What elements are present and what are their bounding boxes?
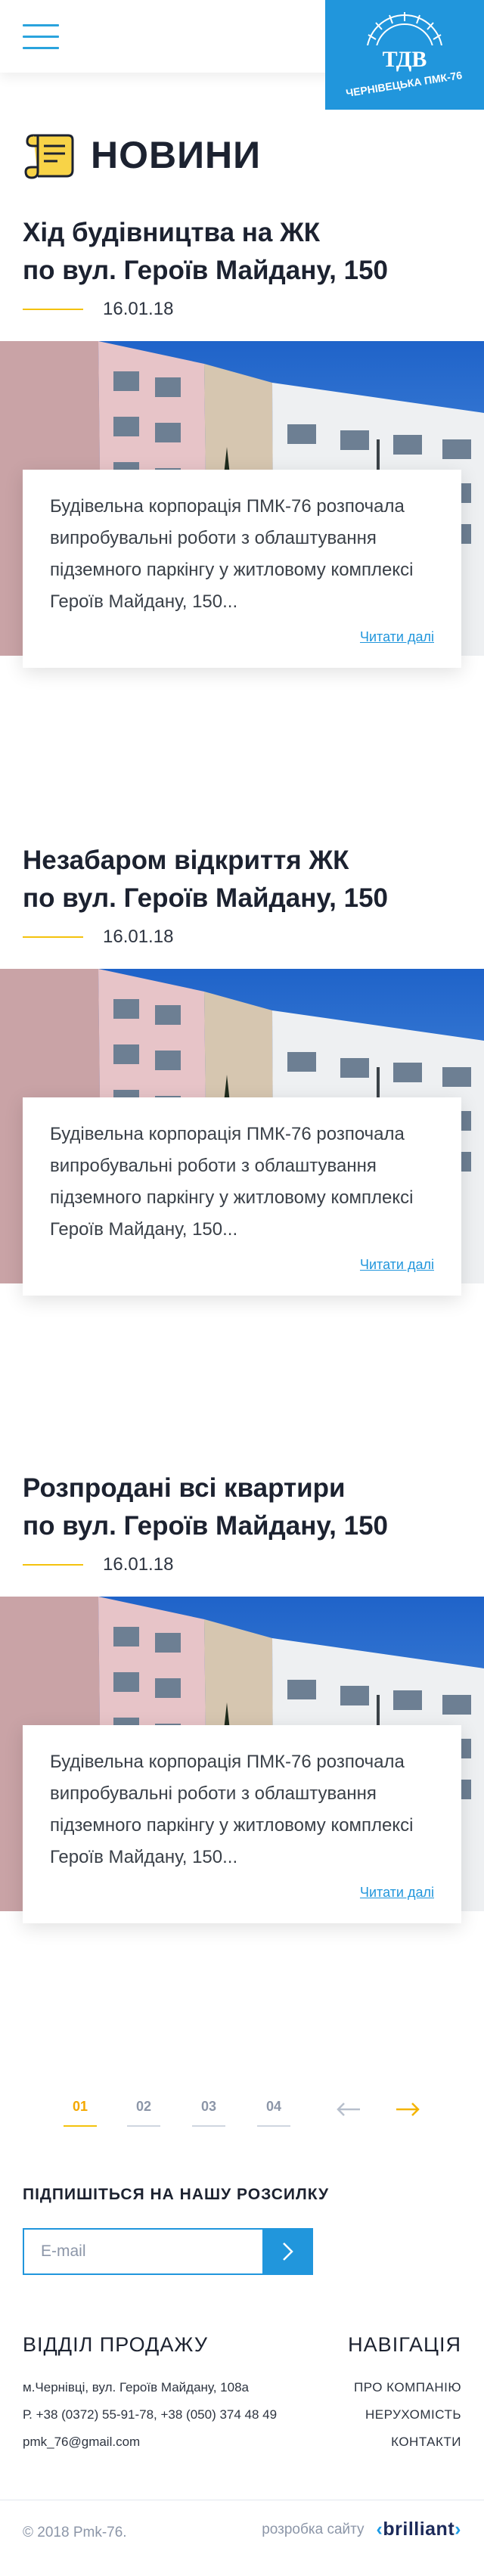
developer-link[interactable]: розробка сайту ‹brilliant› <box>262 2519 461 2540</box>
news-title-line: Хід будівництва на ЖК <box>23 218 321 247</box>
brilliant-logo: ‹brilliant› <box>377 2519 461 2540</box>
svg-text:ЧЕРНІВЕЦЬКА ПМК-76: ЧЕРНІВЕЦЬКА ПМК-76 <box>345 68 463 98</box>
brilliant-logo-mark-icon: › <box>455 2519 461 2540</box>
footer-sales-title: ВІДДІЛ ПРОДАЖУ <box>23 2333 209 2356</box>
excerpt-line: Будівельна корпорація ПМК-76 розпочала <box>50 1124 405 1144</box>
read-more-link[interactable]: Читати далі <box>360 1257 434 1273</box>
news-meta: 16.01.18 <box>23 926 173 948</box>
excerpt-line: підземного паркінгу у житловому комплекс… <box>50 560 414 580</box>
news-meta: 16.01.18 <box>23 1554 173 1575</box>
news-title-line: Незабаром відкриття ЖК <box>23 846 349 875</box>
news-excerpt-card: Будівельна корпорація ПМК-76 розпочала в… <box>23 470 461 668</box>
copyright: © 2018 Pmk-76. <box>23 2525 127 2540</box>
footer-nav-about[interactable]: ПРО КОМПАНІЮ <box>354 2380 461 2395</box>
subscribe-submit-button[interactable] <box>262 2228 313 2275</box>
subscribe-title: ПІДПИШІТЬСЯ НА НАШУ РОЗСИЛКУ <box>23 2186 330 2203</box>
page-heading: НОВИНИ <box>23 129 261 182</box>
footer-nav-title: НАВІГАЦІЯ <box>348 2333 461 2356</box>
news-excerpt-card: Будівельна корпорація ПМК-76 розпочала в… <box>23 1725 461 1923</box>
subscribe-form <box>23 2228 313 2275</box>
date-divider <box>23 936 83 938</box>
excerpt-line: Героїв Майдану, 150... <box>50 591 238 612</box>
page-link-02[interactable]: 02 <box>127 2099 160 2127</box>
footer-phones[interactable]: Р. +38 (0372) 55-91-78, +38 (050) 374 48… <box>23 2407 277 2422</box>
news-date: 16.01.18 <box>103 926 174 947</box>
footer-email[interactable]: pmk_76@gmail.com <box>23 2435 140 2450</box>
news-date: 16.01.18 <box>103 1554 174 1575</box>
footer-nav-realty[interactable]: НЕРУХОМІСТЬ <box>365 2407 461 2422</box>
news-meta: 16.01.18 <box>23 299 173 320</box>
read-more-link[interactable]: Читати далі <box>360 1885 434 1901</box>
news-excerpt: Будівельна корпорація ПМК-76 розпочала в… <box>50 1119 434 1246</box>
company-logo[interactable]: ТДВ ЧЕРНІВЕЦЬКА ПМК-76 <box>325 0 484 110</box>
news-excerpt-card: Будівельна корпорація ПМК-76 розпочала в… <box>23 1097 461 1296</box>
svg-text:ТДВ: ТДВ <box>383 47 427 72</box>
date-divider <box>23 309 83 310</box>
scroll-document-icon <box>24 134 74 179</box>
arrow-left-icon[interactable] <box>336 2102 361 2117</box>
excerpt-line: Героїв Майдану, 150... <box>50 1847 238 1867</box>
excerpt-line: випробувальні роботи з облаштування <box>50 528 377 548</box>
news-title-line: Розпродані всі квартири <box>23 1473 346 1503</box>
excerpt-line: Будівельна корпорація ПМК-76 розпочала <box>50 496 405 517</box>
excerpt-line: Будівельна корпорація ПМК-76 розпочала <box>50 1752 405 1772</box>
logo-emblem-icon: ТДВ ЧЕРНІВЕЦЬКА ПМК-76 <box>345 11 463 99</box>
arrow-right-icon[interactable] <box>395 2102 420 2117</box>
excerpt-line: підземного паркінгу у житловому комплекс… <box>50 1815 414 1836</box>
news-title[interactable]: Незабаром відкриття ЖК по вул. Героїв Ма… <box>23 842 476 917</box>
page-link-04[interactable]: 04 <box>257 2099 290 2127</box>
news-date: 16.01.18 <box>103 299 174 319</box>
news-title[interactable]: Хід будівництва на ЖК по вул. Героїв Май… <box>23 214 476 290</box>
news-title-line: по вул. Героїв Майдану, 150 <box>23 883 389 913</box>
footer-address: м.Чернівці, вул. Героїв Майдану, 108а <box>23 2380 249 2394</box>
page-link-01[interactable]: 01 <box>64 2099 97 2127</box>
developer-label: розробка сайту <box>262 2521 365 2537</box>
excerpt-line: підземного паркінгу у житловому комплекс… <box>50 1187 414 1208</box>
brilliant-logo-text: brilliant <box>383 2519 455 2540</box>
news-excerpt: Будівельна корпорація ПМК-76 розпочала в… <box>50 1746 434 1873</box>
news-title[interactable]: Розпродані всі квартири по вул. Героїв М… <box>23 1470 476 1545</box>
excerpt-line: Героїв Майдану, 150... <box>50 1219 238 1240</box>
email-input[interactable] <box>23 2228 262 2275</box>
news-excerpt: Будівельна корпорація ПМК-76 розпочала в… <box>50 491 434 618</box>
excerpt-line: випробувальні роботи з облаштування <box>50 1783 377 1804</box>
chevron-right-icon <box>282 2242 293 2261</box>
page-title: НОВИНИ <box>91 134 262 176</box>
page-link-03[interactable]: 03 <box>192 2099 225 2127</box>
news-item: Розпродані всі квартири по вул. Героїв М… <box>0 1470 484 2052</box>
menu-burger-icon[interactable] <box>23 23 59 51</box>
pagination: 01 02 03 04 <box>0 2099 484 2137</box>
news-title-line: по вул. Героїв Майдану, 150 <box>23 1511 389 1541</box>
news-item: Хід будівництва на ЖК по вул. Героїв Май… <box>0 214 484 796</box>
footer-nav-contacts[interactable]: КОНТАКТИ <box>391 2435 461 2450</box>
read-more-link[interactable]: Читати далі <box>360 629 434 645</box>
date-divider <box>23 1564 83 1566</box>
news-item: Незабаром відкриття ЖК по вул. Героїв Ма… <box>0 842 484 1424</box>
news-title-line: по вул. Героїв Майдану, 150 <box>23 256 389 285</box>
excerpt-line: випробувальні роботи з облаштування <box>50 1156 377 1176</box>
